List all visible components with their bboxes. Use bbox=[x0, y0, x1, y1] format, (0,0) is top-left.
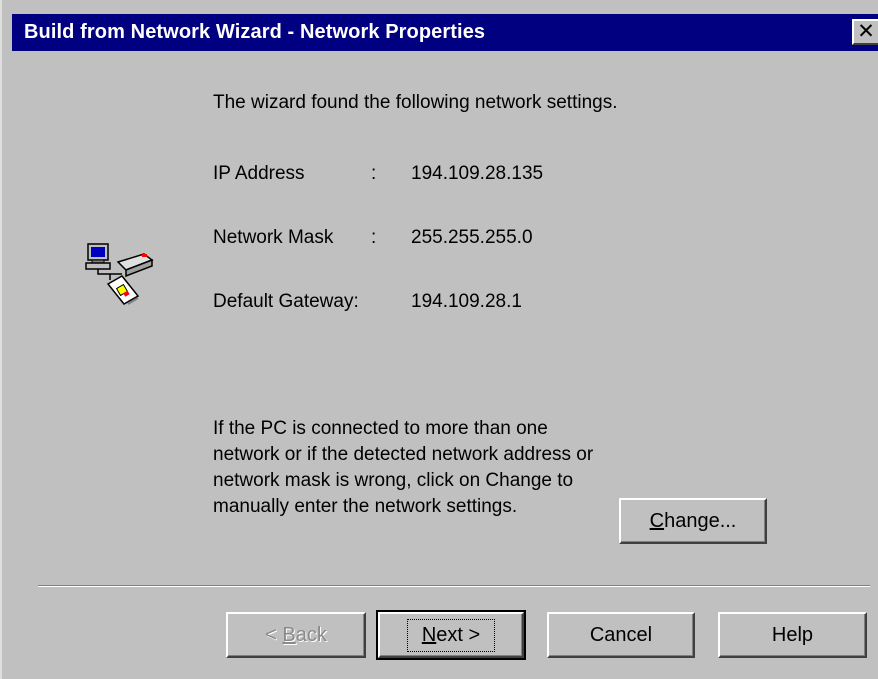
network-computer-icon bbox=[82, 240, 154, 310]
close-icon: ✕ bbox=[857, 20, 875, 43]
default-gateway-value: 194.109.28.1 bbox=[411, 291, 522, 312]
back-button-label: < Back bbox=[265, 623, 327, 646]
close-button[interactable]: ✕ bbox=[852, 19, 878, 45]
change-button-label: Change... bbox=[649, 509, 737, 532]
cancel-button[interactable]: Cancel bbox=[547, 612, 695, 658]
wizard-window: Build from Network Wizard - Network Prop… bbox=[0, 0, 878, 679]
ip-address-label: IP Address bbox=[213, 163, 305, 184]
help-button[interactable]: Help bbox=[718, 612, 867, 658]
separator bbox=[38, 585, 870, 587]
change-button[interactable]: Change... bbox=[619, 498, 767, 544]
default-gateway-label: Default Gateway: bbox=[213, 291, 359, 312]
cancel-button-label: Cancel bbox=[589, 623, 653, 646]
next-button-label: Next > bbox=[406, 618, 496, 652]
window-title: Build from Network Wizard - Network Prop… bbox=[24, 21, 486, 43]
intro-text: The wizard found the following network s… bbox=[213, 92, 618, 113]
network-mask-separator: : bbox=[371, 227, 377, 248]
title-bar[interactable]: Build from Network Wizard - Network Prop… bbox=[12, 14, 878, 51]
help-button-label: Help bbox=[771, 623, 814, 646]
ip-address-value: 194.109.28.135 bbox=[411, 163, 544, 184]
network-mask-label: Network Mask bbox=[213, 227, 334, 248]
back-button[interactable]: < Back bbox=[226, 612, 366, 658]
change-instructions: If the PC is connected to more than one … bbox=[213, 418, 594, 517]
ip-address-separator: : bbox=[371, 163, 377, 184]
next-button[interactable]: Next > bbox=[376, 610, 526, 660]
network-mask-value: 255.255.255.0 bbox=[411, 227, 533, 248]
